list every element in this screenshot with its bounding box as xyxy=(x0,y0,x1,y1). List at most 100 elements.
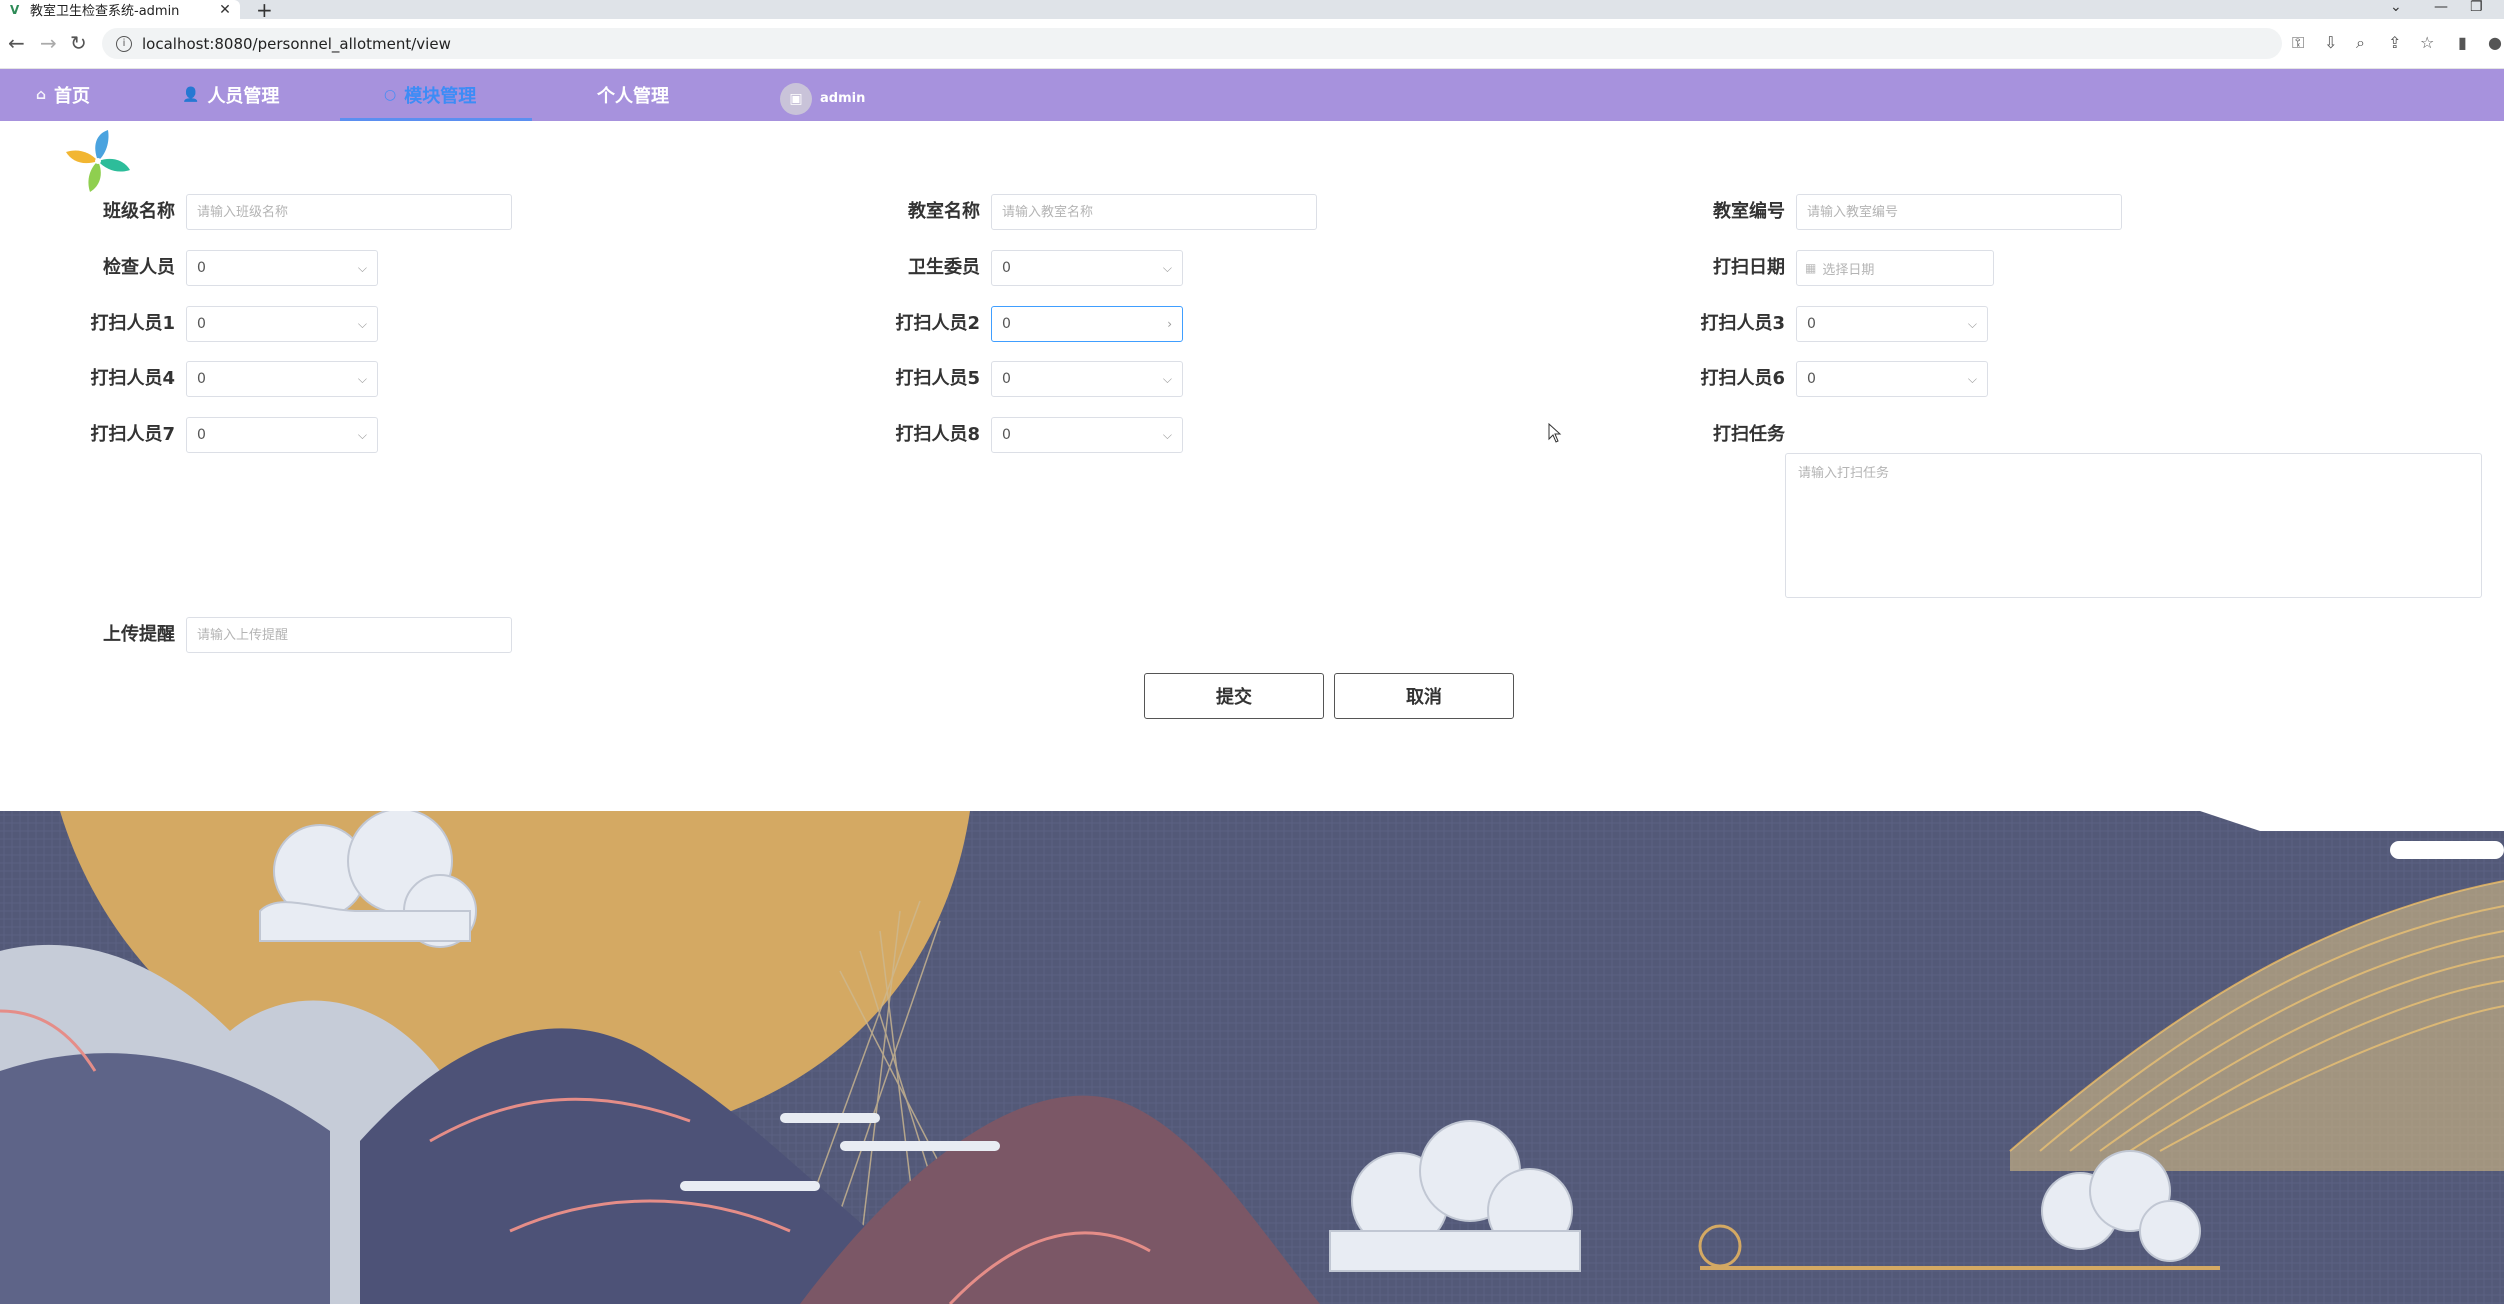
nav-home-label: 首页 xyxy=(54,86,91,107)
cleaner4-select[interactable]: 0 ⌵ xyxy=(186,361,378,397)
cleaner5-value: 0 xyxy=(1002,371,1011,387)
hygiene-committee-value: 0 xyxy=(1002,260,1011,276)
cleaner6-select[interactable]: 0 ⌵ xyxy=(1796,361,1988,397)
reload-icon[interactable]: ↻ xyxy=(70,31,87,55)
inspector-select[interactable]: 0 ⌵ xyxy=(186,250,378,286)
class-name-input[interactable] xyxy=(186,194,512,230)
tab-title: 教室卫生检查系统-admin xyxy=(30,4,180,19)
inspector-label: 检查人员 xyxy=(103,257,175,278)
nav-modules-label: 模块管理 xyxy=(404,86,477,107)
chevron-down-icon: ⌵ xyxy=(1162,260,1172,275)
upload-reminder-input[interactable] xyxy=(186,617,512,653)
pinwheel-logo-icon xyxy=(66,130,130,192)
restore-icon[interactable]: ❐ xyxy=(2470,0,2483,15)
cleaner4-value: 0 xyxy=(197,371,206,387)
nav-personnel[interactable]: 👤 人员管理 xyxy=(182,69,279,121)
cleaner8-value: 0 xyxy=(1002,427,1011,443)
hygiene-committee-label: 卫生委员 xyxy=(908,257,980,278)
cloud-streak xyxy=(840,1141,1000,1151)
cancel-button[interactable]: 取消 xyxy=(1334,673,1514,719)
hygiene-committee-select[interactable]: 0 ⌵ xyxy=(991,250,1183,286)
cleaner7-select[interactable]: 0 ⌵ xyxy=(186,417,378,453)
chevron-down-icon: ⌵ xyxy=(1967,316,1977,331)
cleaner6-value: 0 xyxy=(1807,371,1816,387)
vue-favicon-icon: V xyxy=(10,2,20,17)
cleaner3-value: 0 xyxy=(1807,316,1816,332)
cleaner1-select[interactable]: 0 ⌵ xyxy=(186,306,378,342)
cleaner8-select[interactable]: 0 ⌵ xyxy=(991,417,1183,453)
mouse-cursor-icon xyxy=(1548,423,1562,443)
chevron-right-icon: › xyxy=(1167,317,1172,331)
cleaning-date-placeholder: 选择日期 xyxy=(1822,262,1875,278)
nav-modules[interactable]: ○ 模块管理 xyxy=(339,69,533,121)
back-icon[interactable]: ← xyxy=(8,31,25,55)
decorative-landscape-background xyxy=(0,811,2504,1304)
chevron-down-icon: ⌵ xyxy=(357,260,367,275)
class-name-label: 班级名称 xyxy=(103,201,175,222)
cleaning-date-label: 打扫日期 xyxy=(1713,257,1785,278)
submit-button[interactable]: 提交 xyxy=(1144,673,1324,719)
image-placeholder-icon: ▣ xyxy=(789,91,803,107)
home-icon: ⌂ xyxy=(36,87,47,103)
forward-icon[interactable]: → xyxy=(40,31,57,55)
classroom-number-input[interactable] xyxy=(1796,194,2122,230)
cleaner3-select[interactable]: 0 ⌵ xyxy=(1796,306,1988,342)
chevron-down-icon: ⌵ xyxy=(357,427,367,442)
gold-horizon-line xyxy=(1700,1266,2220,1270)
minimize-icon[interactable]: — xyxy=(2434,0,2448,15)
install-icon[interactable]: ⇩ xyxy=(2324,33,2337,52)
browser-tab-strip: V 教室卫生检查系统-admin ✕ + ⌄ — ❐ xyxy=(0,0,2504,22)
username[interactable]: admin xyxy=(820,85,865,113)
upload-reminder-label: 上传提醒 xyxy=(103,624,175,645)
cleaning-date-picker[interactable]: ▦ 选择日期 xyxy=(1796,250,1994,286)
share-icon[interactable]: ⇪ xyxy=(2388,33,2401,52)
cleaner6-label: 打扫人员6 xyxy=(1700,368,1785,389)
avatar[interactable]: ▣ xyxy=(780,83,812,115)
chevron-down-icon: ⌵ xyxy=(1162,371,1172,386)
zoom-icon[interactable]: ⌕ xyxy=(2356,33,2365,53)
classroom-name-input[interactable] xyxy=(991,194,1317,230)
cleaner5-label: 打扫人员5 xyxy=(895,368,980,389)
nav-personal-label: 个人管理 xyxy=(597,86,669,107)
browser-toolbar: ← → ↻ i localhost:8080/personnel_allotme… xyxy=(0,19,2504,69)
url-text: localhost:8080/personnel_allotment/view xyxy=(142,34,451,53)
cleaner3-label: 打扫人员3 xyxy=(1700,313,1785,334)
nav-personnel-label: 人员管理 xyxy=(207,86,280,107)
browser-tab[interactable]: V 教室卫生检查系统-admin ✕ xyxy=(0,0,240,19)
cleaner7-label: 打扫人员7 xyxy=(90,424,175,445)
cleaner7-value: 0 xyxy=(197,427,206,443)
cloud-streak xyxy=(780,1113,880,1123)
close-tab-icon[interactable]: ✕ xyxy=(216,2,234,18)
chevron-down-icon: ⌵ xyxy=(1967,371,1977,386)
cleaner1-value: 0 xyxy=(197,316,206,332)
site-info-icon[interactable]: i xyxy=(116,35,132,52)
chevron-down-icon: ⌵ xyxy=(1162,427,1172,442)
classroom-number-label: 教室编号 xyxy=(1713,201,1785,222)
side-panel-icon[interactable]: ▮ xyxy=(2458,33,2467,52)
cleaner1-label: 打扫人员1 xyxy=(90,313,175,334)
chevron-down-icon: ⌵ xyxy=(357,371,367,386)
cloud-streak xyxy=(680,1181,820,1191)
cleaner5-select[interactable]: 0 ⌵ xyxy=(991,361,1183,397)
calendar-icon: ▦ xyxy=(1805,261,1817,275)
cloud-streak xyxy=(2390,841,2504,859)
chat-icon: ○ xyxy=(384,87,397,103)
key-icon[interactable]: ⚿ xyxy=(2292,33,2304,53)
bookmark-star-icon[interactable]: ☆ xyxy=(2420,33,2434,52)
inspector-value: 0 xyxy=(197,260,206,276)
cleaner2-label: 打扫人员2 xyxy=(895,313,980,334)
cleaner2-select[interactable]: 0 › xyxy=(991,306,1183,342)
classroom-name-label: 教室名称 xyxy=(908,201,980,222)
cleaner4-label: 打扫人员4 xyxy=(90,368,175,389)
nav-home[interactable]: ⌂ 首页 xyxy=(36,69,90,121)
cleaner2-value: 0 xyxy=(1002,316,1011,332)
tab-search-icon[interactable]: ⌄ xyxy=(2390,0,2402,15)
cleaning-task-textarea[interactable] xyxy=(1785,453,2482,598)
chevron-down-icon: ⌵ xyxy=(357,316,367,331)
nav-personal[interactable]: 个人管理 xyxy=(597,69,669,121)
profile-icon[interactable]: ● xyxy=(2488,33,2502,52)
cleaner8-label: 打扫人员8 xyxy=(895,424,980,445)
top-navigation: ⌂ 首页 👤 人员管理 ○ 模块管理 个人管理 xyxy=(0,69,2504,121)
address-bar[interactable]: i localhost:8080/personnel_allotment/vie… xyxy=(102,28,2282,59)
cleaning-task-label: 打扫任务 xyxy=(1713,424,1785,445)
